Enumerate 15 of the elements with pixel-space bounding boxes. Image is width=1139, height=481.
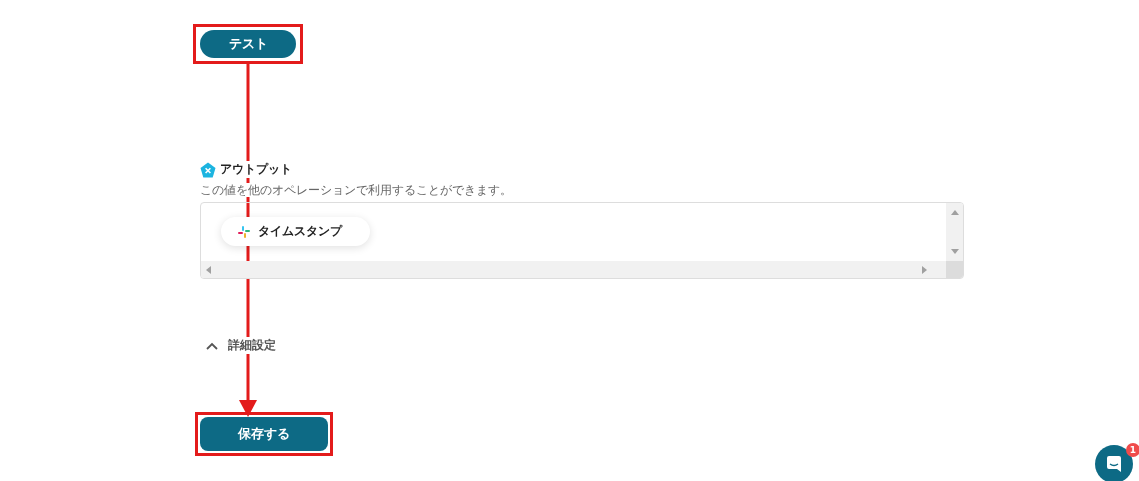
chevron-icon [206, 341, 218, 350]
hash-icon [238, 225, 250, 238]
scroll-left-icon[interactable] [205, 265, 211, 274]
horizontal-scrollbar[interactable] [201, 261, 946, 278]
scroll-down-icon[interactable] [950, 249, 959, 255]
test-button[interactable]: テスト [200, 30, 296, 58]
save-button[interactable]: 保存する [200, 417, 328, 451]
notification-badge: 1 [1126, 443, 1139, 457]
output-chip[interactable]: タイムスタンプ [221, 217, 370, 246]
scroll-right-icon[interactable] [922, 265, 928, 274]
section-title: アウトプット [220, 161, 292, 178]
pentagon-icon [200, 161, 216, 178]
scroll-up-icon[interactable] [950, 209, 959, 215]
vertical-scrollbar[interactable] [946, 203, 963, 261]
chat-icon [1105, 455, 1123, 473]
